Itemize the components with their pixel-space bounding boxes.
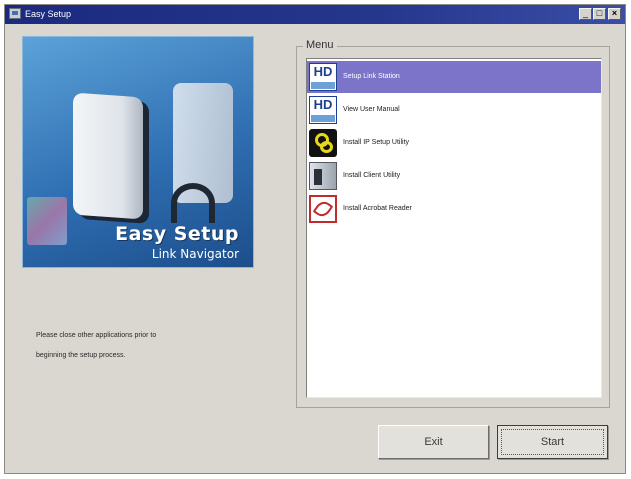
menu-item-setup-link-station[interactable]: HD Setup Link Station bbox=[307, 61, 601, 93]
product-stand bbox=[171, 183, 215, 223]
client-utility-icon bbox=[309, 162, 337, 190]
ip-setup-icon bbox=[309, 129, 337, 157]
instructions-line-1: Please close other applications prior to bbox=[36, 332, 157, 339]
menu-item-install-client-utility[interactable]: Install Client Utility bbox=[307, 160, 601, 192]
product-image bbox=[73, 92, 143, 220]
menu-item-label: Install Acrobat Reader bbox=[343, 205, 412, 212]
product-banner: Easy Setup Link Navigator bbox=[22, 36, 254, 268]
app-icon bbox=[9, 8, 21, 19]
menu-item-view-user-manual[interactable]: HD View User Manual bbox=[307, 94, 601, 126]
menu-item-label: View User Manual bbox=[343, 106, 400, 113]
acrobat-icon bbox=[309, 195, 337, 223]
exit-button[interactable]: Exit bbox=[378, 425, 489, 459]
menu-item-label: Install Client Utility bbox=[343, 172, 401, 179]
menu-item-install-acrobat-reader[interactable]: Install Acrobat Reader bbox=[307, 193, 601, 225]
menu-list[interactable]: HD Setup Link Station HD View User Manua… bbox=[306, 58, 602, 398]
maximize-button[interactable]: □ bbox=[593, 8, 606, 20]
minimize-button[interactable]: _ bbox=[579, 8, 592, 20]
start-button[interactable]: Start bbox=[497, 425, 608, 459]
instructions-line-2: beginning the setup process. bbox=[36, 352, 126, 359]
decorative-cubes bbox=[27, 197, 67, 245]
menu-item-label: Install IP Setup Utility bbox=[343, 139, 410, 146]
window-title: Easy Setup bbox=[25, 9, 72, 19]
close-button[interactable]: × bbox=[608, 8, 621, 20]
menu-item-label: Setup Link Station bbox=[343, 73, 400, 80]
menu-item-install-ip-setup-utility[interactable]: Install IP Setup Utility bbox=[307, 127, 601, 159]
hd-icon: HD bbox=[309, 96, 337, 124]
title-bar[interactable]: Easy Setup _ □ × bbox=[5, 5, 625, 24]
banner-subtitle: Link Navigator bbox=[151, 247, 239, 261]
menu-legend: Menu bbox=[303, 39, 337, 51]
hd-icon: HD bbox=[309, 63, 337, 91]
instructions-text: Please close other applications prior to… bbox=[36, 326, 246, 366]
banner-title: Easy Setup bbox=[115, 223, 239, 245]
